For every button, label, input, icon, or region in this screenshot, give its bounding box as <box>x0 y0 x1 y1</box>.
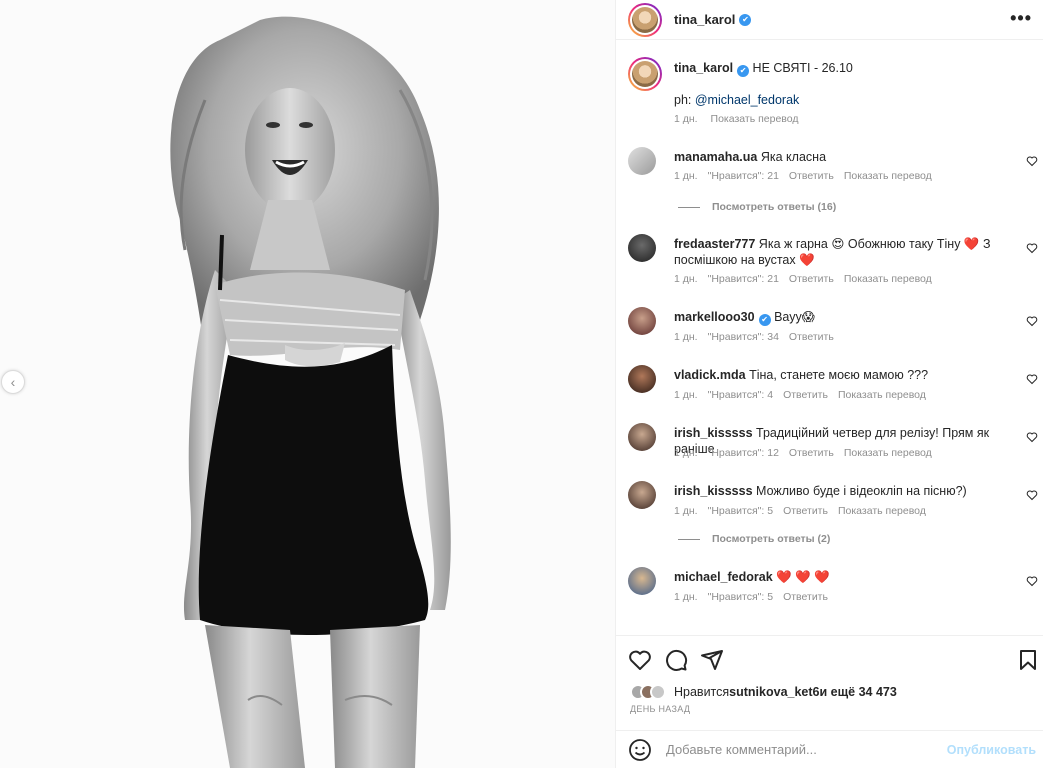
comment-input[interactable] <box>666 742 946 757</box>
comment-username[interactable]: manamaha.ua <box>674 150 757 164</box>
liker-username[interactable]: sutnikova_ket6 <box>729 685 819 699</box>
caption-author[interactable]: tina_karol <box>674 61 733 75</box>
likes-summary[interactable]: Нравится sutnikova_ket6 и ещё 34 473 <box>630 684 897 700</box>
comment-username[interactable]: markellooo30 <box>674 310 755 324</box>
caption-text: tina_karol ✔ НЕ СВЯТІ - 26.10 <box>674 60 1004 77</box>
comment-item: irish_kisssss Можливо буде і відеокліп н… <box>628 481 1038 531</box>
likers-avatars <box>630 684 666 700</box>
like-comment-icon[interactable] <box>1026 315 1038 327</box>
chevron-left-icon: ‹ <box>10 374 16 390</box>
comment-username[interactable]: vladick.mda <box>674 368 746 382</box>
author-avatar[interactable] <box>628 2 662 37</box>
emoji-icon[interactable] <box>628 738 652 762</box>
comments-list[interactable]: tina_karol ✔ НЕ СВЯТІ - 26.10 ph: @michae… <box>616 41 1043 635</box>
comment-item: irish_kisssss Традиційний четвер для рел… <box>628 423 1038 473</box>
comment-text: Тіна, станете моєю мамою ??? <box>749 368 929 382</box>
share-icon[interactable] <box>700 648 724 672</box>
comment-item: vladick.mda Тіна, станете моєю мамою ???… <box>628 365 1038 415</box>
like-comment-icon[interactable] <box>1026 489 1038 501</box>
verified-icon: ✔ <box>739 13 752 26</box>
author-username[interactable]: tina_karol <box>674 12 735 27</box>
commenter-avatar[interactable] <box>628 147 656 175</box>
mention-link[interactable]: @michael_fedorak <box>695 93 799 107</box>
view-replies-button[interactable]: Посмотреть ответы (2) <box>678 533 830 545</box>
comment-item: fredaaster777 Яка ж гарна 😍 Обожнюю таку… <box>628 234 1038 294</box>
post-side-panel: tina_karol ✔ ••• tina_karol ✔ НЕ СВЯТІ - … <box>615 0 1043 768</box>
caption-time[interactable]: 1 дн. <box>674 113 698 125</box>
publish-button[interactable]: Опубликовать <box>947 743 1036 757</box>
view-replies-button[interactable]: Посмотреть ответы (16) <box>678 201 836 213</box>
comment-meta: 1 дн. "Нравится": 34 Ответить <box>674 331 834 343</box>
carousel-prev-button[interactable]: ‹ <box>1 370 25 394</box>
comment-icon[interactable] <box>664 648 688 672</box>
commenter-avatar[interactable] <box>628 423 656 451</box>
translate-button[interactable]: Показать перевод <box>711 113 799 125</box>
commenter-avatar[interactable] <box>628 307 656 335</box>
verified-icon: ✔ <box>737 65 750 77</box>
comment-meta: 1 дн. "Нравится": 5 Ответить Показать перев… <box>674 505 926 517</box>
caption-credit: ph: @michael_fedorak <box>674 93 800 107</box>
comment-text: Яка класна <box>760 150 827 164</box>
comment-text: Вауу😱 <box>774 310 815 324</box>
like-comment-icon[interactable] <box>1026 431 1038 443</box>
commenter-avatar[interactable] <box>628 567 656 595</box>
comment-text: ❤️ ❤️ ❤️ <box>776 570 830 584</box>
like-comment-icon[interactable] <box>1026 155 1038 167</box>
verified-icon: ✔ <box>758 314 771 326</box>
comment-meta: 1 дн. "Нравится": 12 Ответить Показать пере… <box>674 447 932 459</box>
comment-username[interactable]: irish_kisssss <box>674 484 753 498</box>
post-date[interactable]: ДЕНЬ НАЗАД <box>630 704 690 714</box>
comment-meta: 1 дн. "Нравится": 4 Ответить Показать перев… <box>674 389 926 401</box>
commenter-avatar[interactable] <box>628 365 656 393</box>
like-comment-icon[interactable] <box>1026 242 1038 254</box>
more-options-icon[interactable]: ••• <box>1010 8 1032 29</box>
comment-item: michael_fedorak ❤️ ❤️ ❤️ 1 дн. "Нравится"… <box>628 567 1038 617</box>
post-photo[interactable]: ‹ <box>0 0 615 768</box>
like-comment-icon[interactable] <box>1026 373 1038 385</box>
post-actions: Нравится sutnikova_ket6 и ещё 34 473 ДЕН… <box>616 635 1043 730</box>
comment-username[interactable]: fredaaster777 <box>674 237 755 251</box>
comment-item: markellooo30 ✔ Вауу😱 1 дн. "Нравится": 34 О… <box>628 307 1038 357</box>
commenter-avatar[interactable] <box>628 481 656 509</box>
post-header: tina_karol ✔ ••• <box>616 0 1043 40</box>
caption-body: НЕ СВЯТІ - 26.10 <box>752 61 853 75</box>
comment-meta: 1 дн. "Нравится": 21 Ответить Показать пере… <box>674 273 932 285</box>
likes-count[interactable]: и ещё 34 473 <box>820 685 897 699</box>
like-comment-icon[interactable] <box>1026 575 1038 587</box>
post-caption: tina_karol ✔ НЕ СВЯТІ - 26.10 ph: @michae… <box>628 57 1038 147</box>
comment-meta: 1 дн. "Нравится": 21 Ответить Показать пере… <box>674 170 932 182</box>
comment-meta: 1 дн. "Нравится": 5 Ответить <box>674 591 828 603</box>
caption-meta: 1 дн. Показать перевод <box>674 113 808 125</box>
commenter-avatar[interactable] <box>628 234 656 262</box>
comment-username[interactable]: michael_fedorak <box>674 570 773 584</box>
add-comment-bar: Опубликовать <box>616 730 1043 768</box>
bookmark-icon[interactable] <box>1016 648 1040 672</box>
comment-username[interactable]: irish_kisssss <box>674 426 753 440</box>
post-image <box>0 0 615 768</box>
caption-author-avatar[interactable] <box>628 57 662 91</box>
comment-text: Можливо буде і відеокліп на пісню?) <box>756 484 967 498</box>
like-icon[interactable] <box>628 648 652 672</box>
